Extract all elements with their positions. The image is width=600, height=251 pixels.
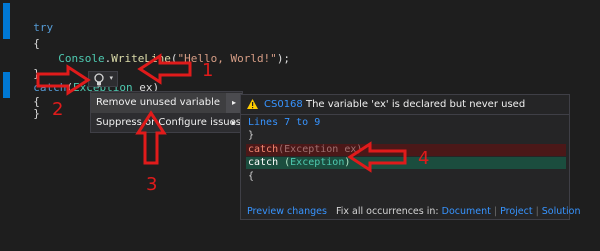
code-line-open-brace: { [20, 20, 40, 50]
lightbulb-icon [94, 73, 104, 87]
brace: } [33, 107, 40, 120]
preview-line-removed: catch(Exception ex) [246, 144, 566, 156]
diagnostic-header: CS0168 The variable 'ex' is declared but… [247, 99, 525, 110]
preview-changes-link[interactable]: Preview changes [247, 206, 327, 217]
removed-text: (Exception ex) [278, 144, 363, 155]
diagnostic-code-link[interactable]: CS0168 [264, 99, 303, 110]
code-line-close-brace-2: } [20, 90, 40, 120]
fix-preview-pane: CS0168 The variable 'ex' is declared but… [240, 94, 580, 220]
quick-actions-button[interactable]: ▾ [88, 71, 118, 87]
quick-actions-menu: Remove unused variable ▸ Suppress or Con… [90, 91, 243, 133]
fix-all-label: Fix all occurrences in: [335, 206, 439, 217]
brace: { [33, 37, 40, 50]
preview-line-open-brace: { [248, 171, 255, 182]
annotation-number-2: 2 [52, 99, 64, 120]
chevron-right-icon: ▸ [231, 98, 236, 107]
separator: | [493, 206, 498, 217]
removed-keyword: catch [248, 144, 279, 155]
menu-item-label: Suppress or Configure issues [96, 117, 241, 128]
divider [241, 114, 569, 115]
added-type: Exception [290, 157, 345, 168]
warning-icon [247, 99, 258, 109]
separator: | [535, 206, 539, 217]
change-indicator-bar [3, 72, 10, 98]
string-literal: "Hello, World!" [177, 52, 277, 65]
added-keyword: catch [248, 157, 279, 168]
menu-item-remove-unused-variable[interactable]: Remove unused variable ▸ [91, 93, 242, 113]
added-paren: ) [344, 157, 351, 168]
annotation-number-4: 4 [418, 148, 430, 169]
preview-footer: Preview changes Fix all occurrences in: … [247, 206, 580, 217]
annotation-number-1: 1 [202, 60, 214, 81]
chevron-right-icon: ▸ [231, 118, 236, 127]
fix-document-link[interactable]: Document [442, 206, 491, 217]
added-paren: ( [278, 157, 291, 168]
preview-line-close-brace: } [248, 130, 255, 141]
paren-semicolon: ); [276, 52, 291, 65]
paren: ( [66, 81, 73, 94]
code-line-try: try [20, 4, 53, 34]
change-indicator-bar [3, 3, 10, 39]
chevron-down-icon[interactable]: ▾ [109, 74, 113, 82]
preview-line-added: catch (Exception) [246, 157, 566, 169]
code-line-writeline: Console.WriteLine("Hello, World!"); [45, 35, 290, 65]
fix-project-link[interactable]: Project [500, 206, 533, 217]
menu-item-suppress-configure[interactable]: Suppress or Configure issues ▸ [91, 113, 242, 133]
annotation-number-3: 3 [146, 174, 158, 195]
preview-lines-label: Lines 7 to 9 [248, 117, 321, 128]
fix-solution-link[interactable]: Solution [542, 206, 581, 217]
diagnostic-message: The variable 'ex' is declared but never … [305, 99, 526, 110]
menu-item-label: Remove unused variable [96, 97, 221, 108]
